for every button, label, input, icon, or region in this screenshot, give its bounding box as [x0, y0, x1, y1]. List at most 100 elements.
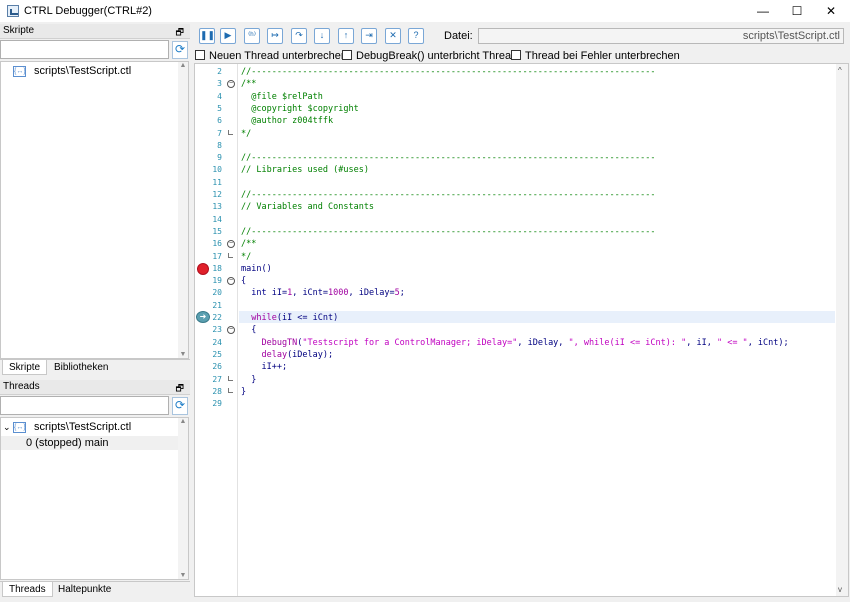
- code-line[interactable]: @author z004tffk: [241, 115, 333, 127]
- scripts-refresh-icon[interactable]: ⟳: [172, 41, 188, 59]
- code-line[interactable]: int iI=1, iCnt=1000, iDelay=5;: [241, 287, 405, 299]
- code-line[interactable]: //--------------------------------------…: [241, 152, 656, 164]
- list-item[interactable]: ⌄ {↔} scripts\TestScript.ctl: [3, 420, 131, 434]
- code-token: }: [241, 386, 247, 397]
- code-token: (iDelay);: [287, 349, 334, 360]
- code-line[interactable]: main(): [241, 263, 272, 275]
- breakpoint-icon[interactable]: [197, 263, 209, 275]
- code-line[interactable]: //--------------------------------------…: [241, 226, 656, 238]
- line-number: 19: [212, 276, 222, 286]
- line-number: 7: [217, 128, 222, 138]
- code-token: // Libraries used (#uses): [241, 165, 369, 176]
- tab-threads[interactable]: Threads: [2, 582, 53, 597]
- code-token: @file $relPath: [241, 91, 323, 102]
- threads-panel-title: Threads: [3, 381, 40, 392]
- line-number: 13: [212, 202, 222, 212]
- tab-haltepunkte[interactable]: Haltepunkte: [52, 582, 117, 597]
- list-item[interactable]: 0 (stopped) main: [1, 436, 178, 450]
- script-file-icon: {↔}: [13, 65, 26, 77]
- current-line-arrow-icon: ➜: [196, 311, 210, 323]
- chevron-down-icon[interactable]: ⌄: [3, 420, 13, 434]
- code-line[interactable]: @file $relPath: [241, 91, 323, 103]
- app-icon: [7, 5, 19, 17]
- threads-scrollbar[interactable]: ▲ ▼: [178, 418, 188, 579]
- code-token: @author z004tffk: [241, 116, 334, 127]
- code-line[interactable]: //--------------------------------------…: [241, 66, 656, 78]
- code-line[interactable]: iI++;: [241, 361, 287, 373]
- option-debugbreak[interactable]: DebugBreak() unterbricht Thread: [342, 50, 517, 62]
- line-number: 28: [212, 386, 222, 396]
- code-token: //--------------------------------------…: [241, 226, 656, 237]
- code-line[interactable]: @copyright $copyright: [241, 103, 358, 115]
- code-token: delay: [241, 349, 288, 360]
- code-token: , iCnt);: [747, 337, 789, 348]
- code-line[interactable]: */: [241, 251, 251, 263]
- code-line[interactable]: DebugTN("Testscript for a ControlManager…: [241, 337, 789, 349]
- tab-skripte[interactable]: Skripte: [2, 360, 48, 375]
- code-token: , iDelay=: [348, 288, 395, 299]
- jump-icon[interactable]: ⇥: [361, 28, 377, 44]
- scripts-search-input[interactable]: [0, 40, 169, 59]
- help-icon[interactable]: ?: [408, 28, 424, 44]
- threads-panel: Threads 🗗 ⟳ ⌄ {↔} scripts\TestScript.ctl 0…: [0, 380, 190, 598]
- code-line[interactable]: {: [241, 324, 256, 336]
- code-line[interactable]: */: [241, 128, 251, 140]
- scripts-panel-title: Skripte: [3, 25, 35, 36]
- option-new-thread[interactable]: Neuen Thread unterbrechen: [195, 50, 347, 62]
- scripts-tabbar: Skripte Bibliotheken: [0, 359, 190, 375]
- fold-end-marker: [228, 387, 233, 393]
- threads-search-input[interactable]: [0, 396, 169, 415]
- code-line[interactable]: //--------------------------------------…: [241, 189, 656, 201]
- code-token: main(): [241, 263, 272, 274]
- maximize-button[interactable]: ☐: [780, 0, 814, 22]
- scripts-scrollbar[interactable]: ▲ ▼: [178, 62, 188, 358]
- line-number: 8: [217, 140, 222, 150]
- code-editor[interactable]: 2 //-------------------------------------…: [194, 63, 849, 597]
- code-token: */: [241, 128, 252, 139]
- threads-refresh-icon[interactable]: ⟳: [172, 397, 188, 415]
- option-on-error[interactable]: Thread bei Fehler unterbrechen: [511, 50, 680, 62]
- close-button[interactable]: ✕: [814, 0, 848, 22]
- code-line[interactable]: }: [241, 386, 246, 398]
- line-number: 9: [217, 153, 222, 163]
- code-token: (iI <= iCnt): [276, 313, 339, 323]
- minimize-button[interactable]: —: [746, 0, 780, 22]
- line-number: 27: [212, 374, 222, 384]
- code-line[interactable]: // Libraries used (#uses): [241, 164, 369, 176]
- list-item[interactable]: {↔} scripts\TestScript.ctl: [13, 64, 131, 78]
- code-line[interactable]: /**: [241, 238, 256, 250]
- on-error-checkbox[interactable]: [511, 50, 521, 60]
- code-line[interactable]: // Variables and Constants: [241, 201, 374, 213]
- line-number: 20: [212, 288, 222, 298]
- run-to-icon[interactable]: ↦: [267, 28, 283, 44]
- play-icon[interactable]: ▶: [220, 28, 236, 44]
- step-icon[interactable]: ⁽ʰ⁾: [244, 28, 260, 44]
- code-token: */: [241, 251, 252, 262]
- code-line[interactable]: while(iI <= iCnt): [241, 312, 338, 324]
- code-line[interactable]: {: [241, 275, 246, 287]
- line-number: 14: [212, 214, 222, 224]
- code-token: , iI,: [686, 337, 717, 348]
- code-token: }: [241, 374, 257, 385]
- new-thread-checkbox[interactable]: [195, 50, 205, 60]
- threads-tabbar: Threads Haltepunkte: [0, 581, 190, 597]
- scroll-down-icon[interactable]: v: [838, 585, 842, 594]
- tab-bibliotheken[interactable]: Bibliotheken: [48, 360, 114, 375]
- editor-scrollbar[interactable]: ^ v: [836, 64, 848, 596]
- undock-icon[interactable]: 🗗: [176, 381, 184, 395]
- code-line[interactable]: }: [241, 374, 256, 386]
- step-over-icon[interactable]: ↷: [291, 28, 307, 44]
- window-title: CTRL Debugger(CTRL#2): [24, 5, 152, 17]
- code-line[interactable]: /**: [241, 78, 256, 90]
- line-number: 26: [212, 362, 222, 372]
- scroll-up-icon[interactable]: ^: [838, 66, 842, 75]
- stop-icon[interactable]: ✕: [385, 28, 401, 44]
- code-token: " <= ": [716, 337, 748, 348]
- code-line[interactable]: delay(iDelay);: [241, 349, 333, 361]
- undock-icon[interactable]: 🗗: [176, 25, 184, 39]
- debugbreak-checkbox[interactable]: [342, 50, 352, 60]
- thread-entry: 0 (stopped) main: [26, 437, 109, 449]
- pause-icon[interactable]: ❚❚: [199, 28, 215, 44]
- step-into-icon[interactable]: ↓: [314, 28, 330, 44]
- step-out-icon[interactable]: ↑: [338, 28, 354, 44]
